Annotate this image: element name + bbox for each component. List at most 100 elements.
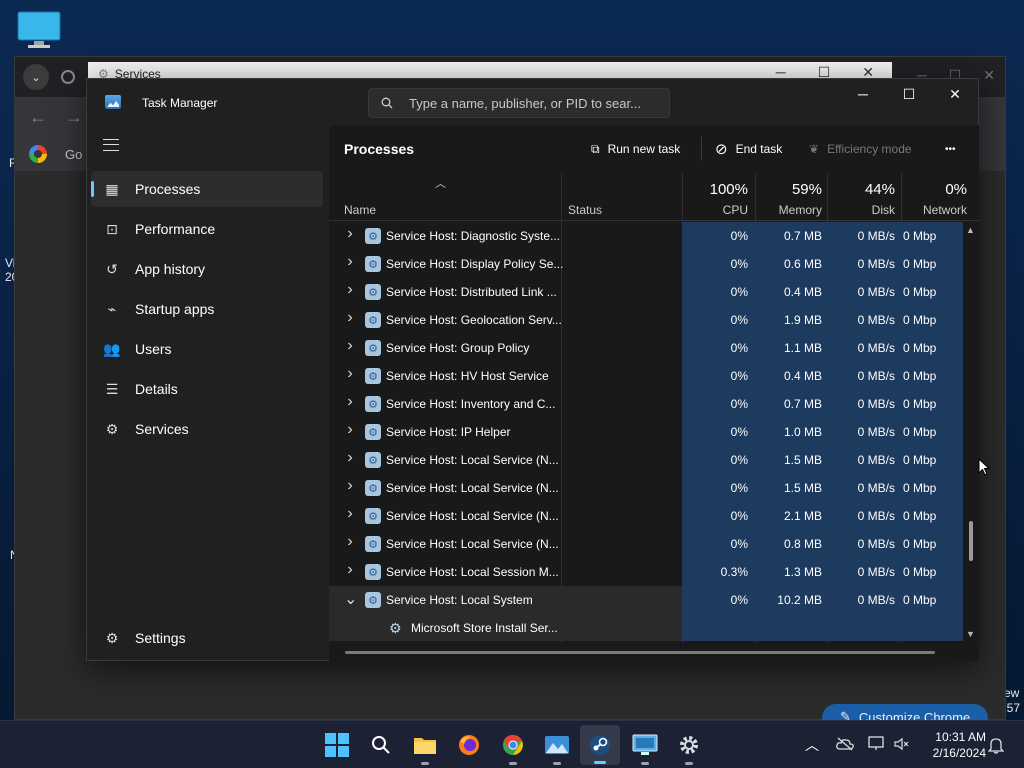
cpu-total[interactable]: 100% <box>682 181 748 198</box>
process-disk: 0 MB/s <box>857 425 895 439</box>
service-host-icon: ⚙ <box>365 424 381 440</box>
search-box[interactable] <box>368 88 670 118</box>
task-manager-window: Task Manager ─ ☐ ✕ ▦ Processes ⊡ Perform… <box>86 78 979 661</box>
taskbar: ︿ 10:31 AM 2/16/2024 <box>0 720 1024 768</box>
nav-settings[interactable]: ⚙ Settings <box>91 620 323 656</box>
process-row[interactable]: › ⚙ Service Host: Inventory and C... 0% 0.7 … <box>329 390 963 418</box>
settings-icon[interactable] <box>675 731 703 765</box>
end-task-button[interactable]: ⊘ End task <box>715 140 782 158</box>
expand-chevron-icon[interactable]: › <box>344 561 356 579</box>
process-row[interactable]: ⌄ ⚙ Service Host: Local System 0% 10.2 MB 0 M… <box>329 586 963 614</box>
close-button[interactable]: ✕ <box>932 79 978 109</box>
process-row[interactable]: › ⚙ Service Host: Local Service (N... 0% 1.5… <box>329 474 963 502</box>
volume-muted-icon[interactable] <box>894 737 910 751</box>
bookmark-google[interactable]: Go <box>65 147 82 162</box>
process-row[interactable]: › ⚙ Service Host: Local Service (N... 0% 0.8… <box>329 530 963 558</box>
minimize-button[interactable]: ─ <box>840 79 886 109</box>
services-icon: ⚙ <box>105 420 119 437</box>
process-row[interactable]: › ⚙ Service Host: Display Policy Se... 0% 0.… <box>329 250 963 278</box>
process-row[interactable]: › ⚙ Service Host: HV Host Service 0% 0.4 MB 0… <box>329 362 963 390</box>
disk-total[interactable]: 44% <box>828 181 895 198</box>
more-options-button[interactable]: ••• <box>945 144 956 155</box>
steam-icon[interactable] <box>580 725 620 765</box>
onedrive-icon[interactable] <box>836 737 854 751</box>
nav-services[interactable]: ⚙ Services <box>91 411 323 447</box>
forward-icon[interactable]: → <box>65 107 83 128</box>
close-icon[interactable]: ✕ <box>983 67 995 84</box>
process-row[interactable]: › ⚙ Service Host: IP Helper 0% 1.0 MB 0 MB/s 0… <box>329 418 963 446</box>
nav-startup-apps[interactable]: ⌁ Startup apps <box>91 291 323 327</box>
system-clock[interactable]: 10:31 AM 2/16/2024 <box>920 729 986 761</box>
users-icon: 👥 <box>103 340 121 357</box>
column-network[interactable]: Network <box>903 203 967 217</box>
chrome-icon[interactable] <box>499 731 527 765</box>
expand-chevron-icon[interactable]: › <box>344 505 356 523</box>
column-status[interactable]: Status <box>568 203 602 217</box>
process-name: Service Host: Distributed Link ... <box>386 285 557 299</box>
service-host-icon: ⚙ <box>365 396 381 412</box>
run-new-task-button[interactable]: ⧉ Run new task <box>591 142 680 157</box>
network-icon[interactable] <box>868 736 886 752</box>
nav-users[interactable]: 👥 Users <box>91 331 323 367</box>
notifications-bell-icon[interactable] <box>988 736 1004 754</box>
this-pc-desktop-icon[interactable] <box>16 10 62 50</box>
scrollbar-thumb[interactable] <box>969 521 973 561</box>
process-network: 0 Mbp <box>903 285 937 299</box>
process-disk: 0 MB/s <box>857 565 895 579</box>
efficiency-mode-button[interactable]: ❦ Efficiency mode <box>809 142 912 156</box>
scroll-down-icon[interactable]: ▼ <box>966 629 975 639</box>
nav-processes[interactable]: ▦ Processes <box>91 171 323 207</box>
nav-app-history[interactable]: ↺ App history <box>91 251 323 287</box>
expand-chevron-icon[interactable]: › <box>344 337 356 355</box>
service-gear-icon: ⚙ <box>389 620 402 636</box>
horizontal-scrollbar[interactable] <box>345 651 935 654</box>
column-memory[interactable]: Memory <box>756 203 822 217</box>
expand-chevron-icon[interactable]: › <box>344 253 356 271</box>
expand-chevron-icon[interactable]: › <box>344 477 356 495</box>
search-icon[interactable] <box>367 731 395 759</box>
chrome-tab-icon[interactable] <box>61 70 75 84</box>
process-row[interactable]: › ⚙ Service Host: Local Service (N... 0% 1.5… <box>329 446 963 474</box>
expand-chevron-icon[interactable]: › <box>344 393 356 411</box>
maximize-button[interactable]: ☐ <box>886 79 932 109</box>
photos-icon[interactable] <box>543 731 571 765</box>
service-host-icon: ⚙ <box>365 228 381 244</box>
search-input[interactable] <box>409 95 659 111</box>
scroll-up-icon[interactable]: ▲ <box>966 225 975 235</box>
back-icon[interactable]: ← <box>29 107 47 128</box>
expand-chevron-icon[interactable]: › <box>344 365 356 383</box>
nav-details[interactable]: ☰ Details <box>91 371 323 407</box>
vertical-scrollbar[interactable]: ▲ ▼ <box>965 225 977 641</box>
remote-desktop-icon[interactable] <box>631 731 659 765</box>
hamburger-menu-icon[interactable] <box>103 139 119 151</box>
start-icon[interactable] <box>323 731 351 759</box>
nav-performance[interactable]: ⊡ Performance <box>91 211 323 247</box>
file-explorer-icon[interactable] <box>411 731 439 765</box>
process-row[interactable]: › ⚙ Service Host: Local Session M... 0.3% 1.… <box>329 558 963 586</box>
expand-chevron-icon[interactable]: › <box>344 225 356 243</box>
process-row[interactable]: › ⚙ Service Host: Distributed Link ... 0% 0.… <box>329 278 963 306</box>
process-row[interactable]: › ⚙ Service Host: Local Service (N... 0% 2.1… <box>329 502 963 530</box>
column-cpu[interactable]: CPU <box>682 203 748 217</box>
show-hidden-icons-icon[interactable]: ︿ <box>805 735 819 755</box>
process-row[interactable]: › ⚙ Service Host: Group Policy 0% 1.1 MB 0 MB… <box>329 334 963 362</box>
title-bar[interactable]: Task Manager ─ ☐ ✕ <box>87 79 978 125</box>
process-network: 0 Mbp <box>903 509 937 523</box>
child-process-row[interactable]: ⚙ Microsoft Store Install Ser... <box>329 614 963 641</box>
collapse-chevron-icon[interactable]: ⌄ <box>344 589 357 609</box>
expand-chevron-icon[interactable]: › <box>344 281 356 299</box>
process-row[interactable]: › ⚙ Service Host: Diagnostic Syste... 0% 0.7… <box>329 222 963 250</box>
expand-chevron-icon[interactable]: › <box>344 449 356 467</box>
firefox-icon[interactable] <box>455 731 483 759</box>
expand-chevron-icon[interactable]: › <box>344 421 356 439</box>
sort-ascending-icon[interactable]: ︿ <box>435 175 446 191</box>
tab-search-button[interactable]: ⌄ <box>23 64 49 90</box>
network-total[interactable]: 0% <box>903 181 967 198</box>
expand-chevron-icon[interactable]: › <box>344 533 356 551</box>
column-disk[interactable]: Disk <box>828 203 895 217</box>
process-disk: 0 MB/s <box>857 509 895 523</box>
process-row[interactable]: › ⚙ Service Host: Geolocation Serv... 0% 1.9… <box>329 306 963 334</box>
expand-chevron-icon[interactable]: › <box>344 309 356 327</box>
column-name[interactable]: Name <box>344 203 376 217</box>
memory-total[interactable]: 59% <box>756 181 822 198</box>
